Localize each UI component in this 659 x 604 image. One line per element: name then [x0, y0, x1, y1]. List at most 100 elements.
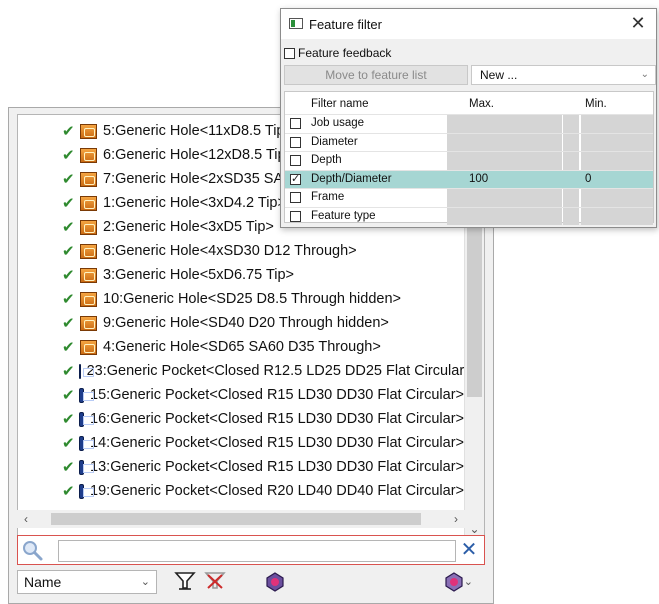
- checkmark-icon: ✔: [62, 435, 75, 452]
- tree-toolbar: Name ⌄ ⌄: [17, 570, 487, 596]
- tree-item-label: 9:Generic Hole<SD40 D20 Through hidden>: [103, 315, 389, 331]
- tree-item[interactable]: ✔ 14:Generic Pocket<Closed R15 LD30 DD30 …: [18, 431, 464, 455]
- checkmark-icon: ✔: [62, 219, 75, 236]
- clear-filter-button[interactable]: [203, 571, 227, 593]
- options-dropdown-button[interactable]: ⌄: [435, 571, 475, 593]
- tree-item[interactable]: ✔ 15:Generic Pocket<Closed R15 LD30 DD30 …: [18, 383, 464, 407]
- tree-item-label: 6:Generic Hole<12xD8.5 Tip>: [103, 147, 295, 163]
- filter-checkbox[interactable]: [290, 136, 301, 148]
- pocket-feature-icon: [78, 435, 95, 451]
- min-value: 0: [585, 172, 592, 185]
- hole-feature-icon: [80, 315, 97, 331]
- filter-row[interactable]: Feature type: [285, 206, 653, 225]
- tree-item-label: 15:Generic Pocket<Closed R15 LD30 DD30 F…: [90, 387, 464, 403]
- hole-feature-icon: [80, 267, 97, 283]
- checkmark-icon: ✔: [62, 339, 75, 356]
- filter-table-header: Filter name Max. Min.: [285, 92, 653, 114]
- move-to-feature-list-button[interactable]: Move to feature list: [284, 65, 468, 85]
- filter-checkbox[interactable]: [290, 155, 301, 166]
- tree-item[interactable]: ✔ 13:Generic Pocket<Closed R15 LD30 DD30 …: [18, 455, 464, 479]
- hole-feature-icon: [80, 243, 97, 259]
- tree-item[interactable]: ✔ 10:Generic Hole<SD25 D8.5 Through hidde…: [18, 287, 464, 311]
- tree-item-label: 1:Generic Hole<3xD4.2 Tip>: [103, 195, 286, 211]
- cell-separator: [563, 115, 579, 133]
- max-cell[interactable]: [447, 207, 562, 225]
- feature-recognition-button[interactable]: [263, 571, 287, 593]
- filter-checkbox[interactable]: [290, 172, 301, 185]
- hole-feature-icon: [80, 291, 97, 307]
- filter-checkbox[interactable]: [290, 118, 301, 129]
- feature-feedback-checkbox[interactable]: [284, 47, 295, 59]
- tree-item-label: 10:Generic Hole<SD25 D8.5 Through hidden…: [103, 291, 401, 307]
- scroll-left-icon[interactable]: ‹: [17, 510, 35, 528]
- max-cell[interactable]: [447, 189, 562, 207]
- dialog-app-icon: [289, 18, 303, 29]
- min-cell[interactable]: [581, 189, 653, 207]
- filter-row[interactable]: 100 0 Depth/Diameter: [285, 169, 653, 188]
- horizontal-scroll-thumb[interactable]: [51, 513, 421, 525]
- filter-row[interactable]: Depth: [285, 151, 653, 170]
- max-cell[interactable]: [447, 115, 562, 133]
- min-cell[interactable]: 0: [581, 170, 653, 188]
- filter-icon: [174, 572, 196, 590]
- min-cell[interactable]: [581, 115, 653, 133]
- min-cell[interactable]: [581, 152, 653, 170]
- tree-item[interactable]: ✔ 19:Generic Pocket<Closed R20 LD40 DD40 …: [18, 479, 464, 503]
- clear-search-button[interactable]: ✕: [456, 538, 482, 562]
- tree-item-label: 3:Generic Hole<5xD6.75 Tip>: [103, 267, 295, 283]
- filter-name: Job usage: [311, 117, 365, 129]
- checkmark-icon: ✔: [62, 123, 75, 140]
- tree-item-label: 16:Generic Pocket<Closed R15 LD30 DD30 F…: [90, 411, 464, 427]
- pocket-feature-icon: [78, 411, 95, 427]
- close-button[interactable]: ✕: [628, 13, 648, 33]
- filter-button[interactable]: [173, 571, 197, 593]
- feature-feedback-label: Feature feedback: [298, 46, 392, 60]
- filter-row[interactable]: Frame: [285, 188, 653, 207]
- cell-separator: [563, 170, 579, 188]
- hole-feature-icon: [80, 339, 97, 355]
- tree-item-label: 5:Generic Hole<11xD8.5 Tip>: [103, 123, 293, 139]
- tree-item[interactable]: ✔ 4:Generic Hole<SD65 SA60 D35 Through>: [18, 335, 464, 359]
- min-cell[interactable]: [581, 207, 653, 225]
- pocket-feature-icon: [78, 459, 95, 475]
- search-box: ✕: [17, 535, 485, 565]
- checkmark-icon: ✔: [62, 411, 75, 428]
- tree-item-label: 23:Generic Pocket<Closed R12.5 LD25 DD25…: [86, 363, 464, 379]
- chevron-down-icon: ⌄: [140, 576, 150, 588]
- hole-feature-icon: [80, 171, 97, 187]
- min-cell[interactable]: [581, 133, 653, 151]
- feature-feedback-option[interactable]: Feature feedback: [284, 45, 391, 61]
- search-icon: [20, 538, 44, 562]
- max-cell[interactable]: 100: [447, 170, 562, 188]
- chevron-down-icon: ⌄: [463, 576, 473, 588]
- column-header-name[interactable]: Filter name: [311, 98, 369, 110]
- horizontal-scrollbar[interactable]: ‹ ›: [17, 510, 465, 528]
- dialog-title: Feature filter: [309, 17, 382, 32]
- checkmark-icon: ✔: [62, 315, 75, 332]
- tree-item[interactable]: ✔ 23:Generic Pocket<Closed R12.5 LD25 DD2…: [18, 359, 464, 383]
- tree-item[interactable]: ✔ 3:Generic Hole<5xD6.75 Tip>: [18, 263, 464, 287]
- filter-name: Feature type: [311, 209, 376, 222]
- tree-item-label: 2:Generic Hole<3xD5 Tip>: [103, 219, 274, 235]
- search-input[interactable]: [58, 540, 456, 562]
- column-header-min[interactable]: Min.: [585, 98, 607, 110]
- max-cell[interactable]: [447, 133, 562, 151]
- filter-checkbox[interactable]: [290, 192, 301, 203]
- filter-row[interactable]: Job usage: [285, 114, 653, 133]
- tree-item[interactable]: ✔ 9:Generic Hole<SD40 D20 Through hidden>: [18, 311, 464, 335]
- hole-feature-icon: [80, 147, 97, 163]
- column-header-max[interactable]: Max.: [469, 98, 494, 110]
- filter-checkbox[interactable]: [290, 210, 301, 222]
- scroll-right-icon[interactable]: ›: [447, 510, 465, 528]
- max-cell[interactable]: [447, 152, 562, 170]
- filter-off-icon: [204, 572, 226, 589]
- tree-item-label: 8:Generic Hole<4xSD30 D12 Through>: [103, 243, 357, 259]
- tree-item[interactable]: ✔ 16:Generic Pocket<Closed R15 LD30 DD30 …: [18, 407, 464, 431]
- pocket-feature-icon: [78, 483, 95, 499]
- hole-feature-icon: [80, 123, 97, 139]
- sort-select[interactable]: Name ⌄: [17, 570, 157, 594]
- new-filter-select[interactable]: New ... ⌄: [471, 65, 656, 85]
- filter-row[interactable]: Diameter: [285, 132, 653, 151]
- tree-item[interactable]: ✔ 8:Generic Hole<4xSD30 D12 Through>: [18, 239, 464, 263]
- checkmark-icon: ✔: [62, 147, 75, 164]
